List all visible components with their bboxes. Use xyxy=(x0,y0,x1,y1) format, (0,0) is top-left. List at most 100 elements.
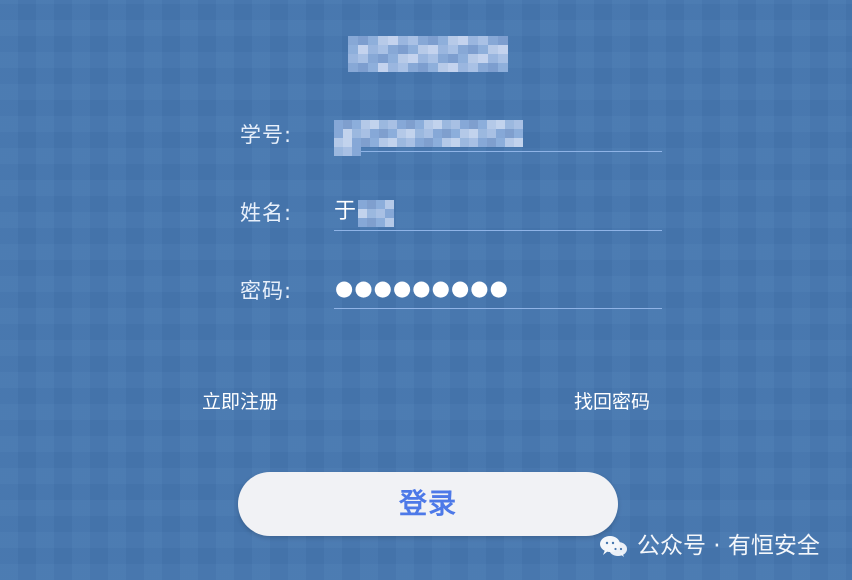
redaction-pixel xyxy=(496,120,505,129)
redaction-pixel xyxy=(379,129,388,138)
name-input[interactable]: 于 xyxy=(334,197,662,231)
wechat-watermark: 公众号 · 有恒安全 xyxy=(598,531,820,561)
redaction-pixel xyxy=(498,45,508,54)
redaction-pixel xyxy=(348,54,358,63)
redacted-name xyxy=(358,200,396,227)
redaction-pixel xyxy=(428,54,438,63)
student-id-input[interactable] xyxy=(334,118,662,156)
redaction-pixel xyxy=(458,63,468,72)
watermark-text: 公众号 · 有恒安全 xyxy=(637,533,820,559)
redaction-pixel xyxy=(468,54,478,63)
redaction-pixel xyxy=(361,138,370,147)
redaction-pixel xyxy=(496,138,505,147)
redaction-pixel xyxy=(398,45,408,54)
redaction-pixel xyxy=(367,218,376,227)
name-label: 姓名: xyxy=(240,201,293,225)
redaction-pixel xyxy=(378,36,388,45)
redaction-pixel xyxy=(358,63,368,72)
wechat-icon xyxy=(598,534,629,558)
redaction-pixel xyxy=(378,63,388,72)
register-link[interactable]: 立即注册 xyxy=(202,390,278,414)
redaction-pixel xyxy=(379,138,388,147)
redaction-pixel xyxy=(418,45,428,54)
redaction-pixel xyxy=(370,138,379,147)
redaction-pixel xyxy=(385,200,394,209)
forgot-password-link[interactable]: 找回密码 xyxy=(574,390,650,414)
redaction-pixel xyxy=(334,129,343,138)
redaction-pixel xyxy=(406,120,415,129)
redaction-pixel xyxy=(415,120,424,129)
redaction-pixel xyxy=(343,129,352,138)
redaction-pixel xyxy=(397,138,406,147)
redaction-pixel xyxy=(505,120,514,129)
redaction-pixel xyxy=(487,138,496,147)
redaction-pixel xyxy=(438,36,448,45)
redaction-pixel xyxy=(488,63,498,72)
redaction-pixel xyxy=(478,36,488,45)
redaction-pixel xyxy=(398,36,408,45)
redaction-pixel xyxy=(368,54,378,63)
password-label: 密码: xyxy=(240,279,293,303)
redaction-pixel xyxy=(487,120,496,129)
redaction-pixel xyxy=(370,129,379,138)
redaction-pixel xyxy=(388,120,397,129)
redaction-pixel xyxy=(334,147,343,156)
redaction-pixel xyxy=(408,45,418,54)
redaction-pixel xyxy=(442,120,451,129)
redaction-pixel xyxy=(438,63,448,72)
redaction-pixel xyxy=(514,138,523,147)
redaction-pixel xyxy=(343,120,352,129)
redaction-pixel xyxy=(468,63,478,72)
redaction-pixel xyxy=(378,45,388,54)
redaction-pixel xyxy=(348,45,358,54)
redaction-pixel xyxy=(488,45,498,54)
redaction-pixel xyxy=(358,54,368,63)
redaction-pixel xyxy=(448,63,458,72)
redaction-pixel xyxy=(438,54,448,63)
redaction-pixel xyxy=(358,209,367,218)
name-row: 姓名: 于 xyxy=(0,197,852,241)
redaction-pixel xyxy=(442,129,451,138)
redaction-pixel xyxy=(376,200,385,209)
redaction-pixel xyxy=(348,63,358,72)
redaction-pixel xyxy=(428,36,438,45)
redaction-pixel xyxy=(469,120,478,129)
redaction-pixel xyxy=(370,120,379,129)
redaction-pixel xyxy=(388,36,398,45)
redaction-pixel xyxy=(368,45,378,54)
redaction-pixel xyxy=(388,138,397,147)
redaction-pixel xyxy=(358,36,368,45)
redaction-pixel xyxy=(368,63,378,72)
redaction-pixel xyxy=(398,54,408,63)
redaction-pixel xyxy=(379,120,388,129)
redaction-pixel xyxy=(468,36,478,45)
redaction-pixel xyxy=(397,120,406,129)
redaction-pixel xyxy=(488,36,498,45)
redaction-pixel xyxy=(358,200,367,209)
redaction-pixel xyxy=(496,129,505,138)
redaction-pixel xyxy=(469,138,478,147)
redaction-pixel xyxy=(433,129,442,138)
login-button[interactable]: 登录 xyxy=(238,472,618,536)
redaction-pixel xyxy=(478,138,487,147)
redaction-pixel xyxy=(385,218,394,227)
redaction-pixel xyxy=(352,120,361,129)
redaction-pixel xyxy=(488,54,498,63)
student-id-row: 学号: xyxy=(0,118,852,162)
redaction-pixel xyxy=(415,138,424,147)
redaction-pixel xyxy=(448,45,458,54)
redaction-pixel xyxy=(498,63,508,72)
redacted-student-id xyxy=(334,120,528,156)
redaction-pixel xyxy=(514,120,523,129)
redaction-pixel xyxy=(514,129,523,138)
redaction-pixel xyxy=(458,45,468,54)
redaction-pixel xyxy=(367,200,376,209)
redaction-pixel xyxy=(358,218,367,227)
redaction-pixel xyxy=(352,147,361,156)
redaction-pixel xyxy=(458,36,468,45)
redaction-pixel xyxy=(361,120,370,129)
redaction-pixel xyxy=(433,138,442,147)
password-input[interactable]: ●●●●●●●●● xyxy=(334,275,662,309)
redaction-pixel xyxy=(334,120,343,129)
redaction-pixel xyxy=(368,36,378,45)
